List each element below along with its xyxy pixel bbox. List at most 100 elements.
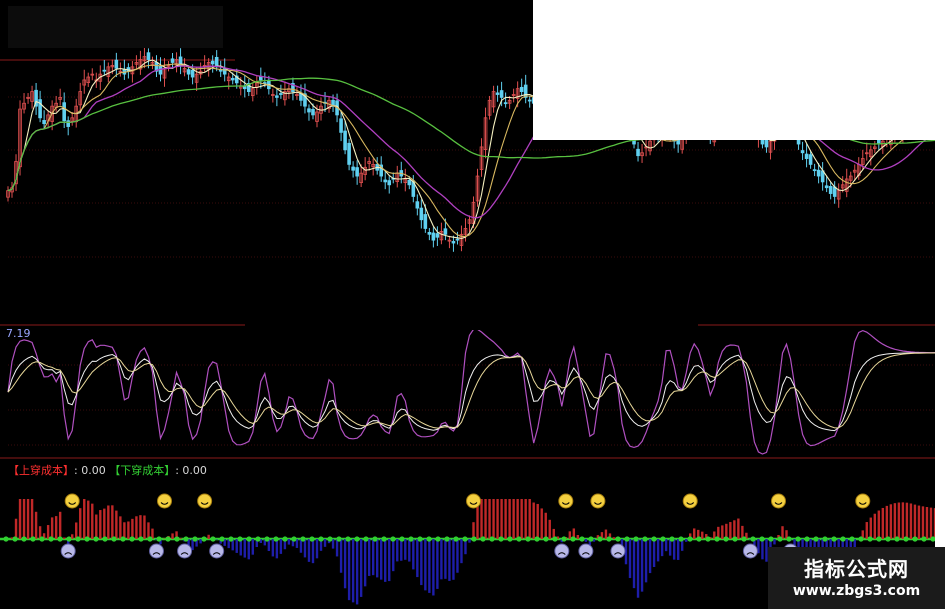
zero-line-dot xyxy=(48,536,54,542)
zero-line-dot xyxy=(795,536,801,542)
buy-signal-icon xyxy=(590,493,606,509)
candle-body xyxy=(190,69,195,78)
down-cross-cost-label: 【下穿成本】 xyxy=(109,464,176,477)
osc-k-line xyxy=(7,352,935,432)
candle-body xyxy=(214,56,219,68)
histogram-bar-up xyxy=(207,534,210,539)
zero-line-dot xyxy=(876,536,882,542)
histogram-bar-down xyxy=(773,539,776,545)
candle-body xyxy=(527,99,532,102)
histogram-bar-up xyxy=(532,502,535,539)
zero-line-dot xyxy=(345,536,351,542)
sell-signal-icon xyxy=(610,543,626,559)
zero-line-dot xyxy=(822,536,828,542)
candle-body xyxy=(279,93,283,95)
zero-line-dot xyxy=(840,536,846,542)
zero-line-dot xyxy=(813,536,819,542)
histogram-bar-up xyxy=(528,499,531,539)
candle-body xyxy=(146,52,151,60)
zero-line-dot xyxy=(804,536,810,542)
candle-body xyxy=(387,180,392,186)
candle-body xyxy=(824,185,829,189)
histogram-bar-down xyxy=(584,539,588,542)
zero-line-dot xyxy=(3,536,9,542)
zero-line-dot xyxy=(660,536,666,542)
zero-line-dot xyxy=(210,536,216,542)
up-cross-cost-value: : 0.00 xyxy=(74,464,106,477)
histogram-bar-down xyxy=(388,539,391,582)
candle-body xyxy=(210,60,215,65)
histogram-bar-up xyxy=(119,516,122,539)
candle-body xyxy=(114,59,119,69)
histogram-bar-down xyxy=(303,539,307,558)
sell-signal-icon xyxy=(209,543,225,559)
candle-body xyxy=(431,232,436,241)
histogram-bar-up xyxy=(480,499,483,539)
zero-line-dot xyxy=(165,536,171,542)
zero-line-dot xyxy=(741,536,747,542)
zero-line-dot xyxy=(606,536,612,542)
histogram-bar-up xyxy=(58,511,62,539)
candle-body xyxy=(427,232,432,235)
zero-line-dot xyxy=(723,536,729,542)
buy-signal-icon xyxy=(157,493,173,509)
histogram-bar-down xyxy=(444,539,447,579)
zero-line-dot xyxy=(264,536,270,542)
buy-signal-icon xyxy=(770,493,786,509)
histogram-bar-up xyxy=(91,503,94,539)
histogram-bar-down xyxy=(335,539,339,557)
watermark-brand: 指标公式网 xyxy=(804,557,909,581)
zero-line-dot xyxy=(138,536,144,542)
histogram-bar-up xyxy=(143,515,146,539)
sell-signal-icon xyxy=(578,543,594,559)
zero-line-dot xyxy=(228,536,234,542)
histogram-bar-up xyxy=(111,505,114,539)
histogram-bar-up xyxy=(62,537,66,539)
zero-line-dot xyxy=(147,536,153,542)
zero-line-dot xyxy=(678,536,684,542)
histogram-bar-down xyxy=(468,539,471,543)
histogram-bar-up xyxy=(901,502,905,539)
histogram-bar-up xyxy=(604,529,608,539)
zero-line-dot xyxy=(408,536,414,542)
histogram-bar-up xyxy=(568,531,572,539)
candle-body xyxy=(443,228,448,235)
histogram-bar-up xyxy=(46,525,50,539)
watermark-url: www.zbgs3.com xyxy=(792,583,921,599)
histogram-bar-up xyxy=(512,499,515,539)
faded-header-box xyxy=(8,6,223,48)
zero-line-dot xyxy=(309,536,315,542)
zero-line-dot xyxy=(246,536,252,542)
zero-line-dot xyxy=(327,536,333,542)
candle-body xyxy=(455,238,460,241)
candle-body xyxy=(170,58,175,63)
candle-body xyxy=(275,95,279,98)
zero-line-dot xyxy=(759,536,765,542)
zero-line-dot xyxy=(705,536,711,542)
zero-line-dot xyxy=(921,536,927,542)
histogram-bar-down xyxy=(412,539,415,570)
histogram-bar-down xyxy=(384,539,387,582)
histogram-bar-up xyxy=(34,511,38,539)
zero-line-dot xyxy=(291,536,297,542)
histogram-bar-down xyxy=(416,539,419,578)
histogram-bar-down xyxy=(428,539,431,593)
histogram-bar-down xyxy=(359,539,363,597)
histogram-bar-up xyxy=(881,507,885,539)
zero-line-dot xyxy=(84,536,90,542)
histogram-bar-down xyxy=(672,539,676,560)
sell-signal-icon xyxy=(60,543,76,559)
zero-line-dot xyxy=(318,536,324,542)
histogram-bar-down xyxy=(400,539,403,561)
zero-line-dot xyxy=(156,536,162,542)
candle-body xyxy=(435,233,440,238)
histogram-bar-up xyxy=(612,537,616,539)
zero-line-dot xyxy=(858,536,864,542)
zero-line-dot xyxy=(552,536,558,542)
histogram-bar-up xyxy=(733,520,736,539)
histogram-bar-down xyxy=(351,539,355,603)
histogram-bar-up xyxy=(893,503,897,539)
histogram-bar-down xyxy=(436,539,439,589)
crop-mask-top-right xyxy=(533,0,945,140)
histogram-bar-up xyxy=(50,517,54,539)
